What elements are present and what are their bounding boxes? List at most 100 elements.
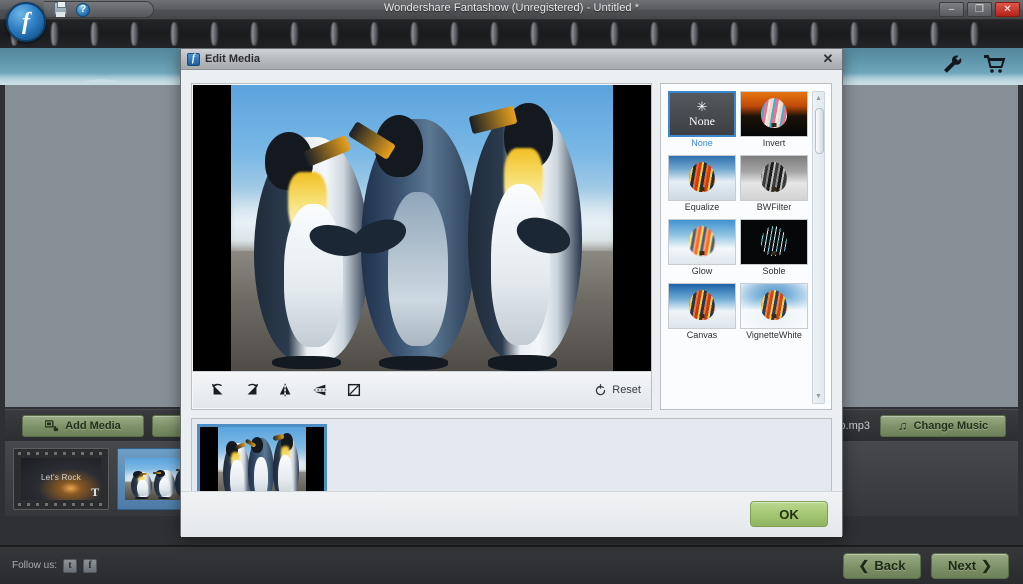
next-button[interactable]: Next ❯: [931, 552, 1009, 579]
close-button[interactable]: ✕: [995, 2, 1020, 17]
effect-thumbnail: [740, 91, 808, 137]
spiral-ring: [770, 22, 779, 46]
flip-horizontal-icon[interactable]: [271, 377, 301, 403]
effect-label: Soble: [762, 265, 786, 276]
spiral-ring: [530, 22, 539, 46]
spiral-ring: [970, 22, 979, 46]
effect-thumbnail: [668, 218, 736, 265]
effects-scrollbar[interactable]: ▲ ▼: [812, 91, 825, 404]
effect-item-glow[interactable]: Glow: [668, 218, 736, 281]
effect-thumbnail: [668, 154, 736, 201]
crop-icon[interactable]: [339, 377, 369, 403]
scroll-up-icon[interactable]: ▲: [813, 92, 824, 105]
save-icon[interactable]: [54, 2, 70, 17]
spiral-ring: [170, 22, 179, 46]
effect-label: None: [691, 138, 713, 148]
add-media-label: Add Media: [65, 419, 121, 432]
facebook-icon[interactable]: f: [83, 558, 98, 573]
effect-label: Invert: [762, 138, 786, 148]
effect-item-soble[interactable]: Soble: [740, 218, 808, 281]
change-music-button[interactable]: ♫ Change Music: [880, 414, 1006, 437]
balloon-preview-icon: [741, 283, 807, 328]
spiral-ring: [450, 22, 459, 46]
spiral-ring: [250, 22, 259, 46]
edit-media-dialog: f Edit Media ✕ Reset ✳ None None Invert …: [180, 48, 843, 537]
cart-icon[interactable]: [983, 52, 1007, 76]
window-controls: – ❐ ✕: [939, 2, 1020, 17]
effect-label: Canvas: [686, 329, 718, 340]
film-perforation-top: [18, 451, 104, 455]
twitter-icon[interactable]: t: [63, 558, 78, 573]
help-icon[interactable]: ?: [76, 2, 90, 17]
minimize-button[interactable]: –: [939, 2, 964, 17]
wrench-icon[interactable]: [941, 52, 965, 76]
maximize-button[interactable]: ❐: [967, 2, 992, 17]
effect-label: Glow: [691, 265, 713, 276]
spiral-ring: [90, 22, 99, 46]
balloon-preview-icon: [669, 155, 735, 200]
back-button[interactable]: ❮ Back: [843, 552, 921, 579]
preview-toolbar: Reset: [193, 371, 651, 408]
scroll-down-icon[interactable]: ▼: [813, 390, 824, 403]
effect-item-vw[interactable]: VignetteWhite: [740, 282, 808, 345]
spiral-ring: [690, 22, 699, 46]
title-bar: Wondershare Fantashow (Unregistered) - U…: [0, 0, 1023, 20]
spiral-ring: [330, 22, 339, 46]
effect-item-bw[interactable]: BWFilter: [740, 154, 808, 217]
spiral-ring: [570, 22, 579, 46]
spiral-ring: [490, 22, 499, 46]
spiral-ring: [930, 22, 939, 46]
application-window: Wondershare Fantashow (Unregistered) - U…: [0, 0, 1023, 584]
spiral-ring: [290, 22, 299, 46]
next-label: Next: [947, 558, 977, 573]
preview-image-area: [193, 85, 651, 372]
spiral-ring: [810, 22, 819, 46]
effect-thumbnail: [740, 218, 808, 265]
spiral-ring: [370, 22, 379, 46]
scrollbar-thumb[interactable]: [815, 108, 824, 154]
ok-button[interactable]: OK: [750, 501, 828, 527]
spiral-ring: [50, 22, 59, 46]
none-label: None: [689, 113, 715, 128]
follow-us-label: Follow us:: [12, 560, 58, 571]
dialog-close-button[interactable]: ✕: [820, 51, 836, 67]
flip-vertical-icon[interactable]: [305, 377, 335, 403]
spiral-ring: [650, 22, 659, 46]
effect-thumbnail: ✳ None: [668, 91, 736, 137]
dialog-footer: OK: [181, 491, 842, 537]
effect-thumbnail: [740, 154, 808, 201]
balloon-preview-icon: [741, 219, 807, 264]
effect-thumbnail: [740, 282, 808, 329]
filmstrip-slide-title[interactable]: Let's Rock T: [13, 447, 109, 510]
effect-item-none[interactable]: ✳ None None: [668, 91, 736, 153]
slide-caption: Let's Rock: [40, 472, 82, 482]
dialog-logo-icon: f: [187, 52, 200, 66]
effects-panel: ✳ None None Invert Equalize BWFilter Glow Soble…: [660, 83, 832, 410]
spiral-ring: [850, 22, 859, 46]
effect-thumbnail: [668, 282, 736, 329]
spiral-ring: [410, 22, 419, 46]
dialog-title: Edit Media: [205, 53, 261, 65]
add-media-button[interactable]: Add Media: [22, 414, 144, 437]
effect-item-canvas[interactable]: Canvas: [668, 282, 736, 345]
slide-thumbnail: Let's Rock T: [21, 457, 101, 500]
spiral-ring: [610, 22, 619, 46]
spiral-ring: [730, 22, 739, 46]
effect-label: BWFilter: [756, 201, 792, 212]
effect-label: VignetteWhite: [746, 329, 802, 340]
refresh-icon: [596, 383, 606, 395]
quick-access-toolbar: ?: [44, 1, 154, 18]
rotate-right-icon[interactable]: [237, 377, 267, 403]
sparkle-icon: ✳: [696, 98, 708, 114]
rotate-left-icon[interactable]: [203, 377, 233, 403]
spiral-binding: [0, 20, 1023, 48]
bottom-bar: Follow us: t f ❮ Back Next ❯: [0, 545, 1023, 584]
balloon-preview-icon: [669, 219, 735, 264]
effect-item-equalize[interactable]: Equalize: [668, 154, 736, 217]
change-music-label: Change Music: [913, 419, 989, 432]
effect-item-invert[interactable]: Invert: [740, 91, 808, 153]
spiral-ring: [130, 22, 139, 46]
reset-button[interactable]: Reset: [594, 383, 641, 397]
add-media-icon: [45, 419, 59, 431]
spiral-ring: [210, 22, 219, 46]
